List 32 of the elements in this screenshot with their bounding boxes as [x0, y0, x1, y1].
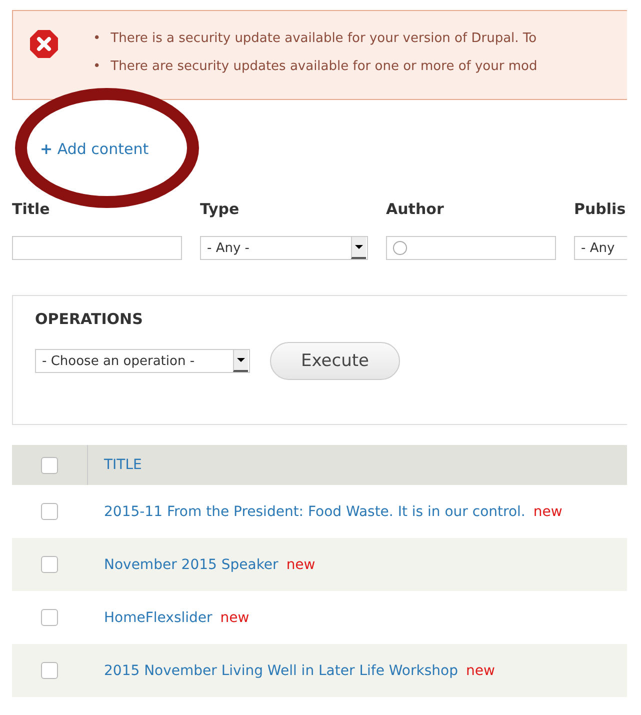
input-field[interactable] [386, 236, 556, 260]
filter-label: Type [200, 200, 240, 218]
content-link[interactable]: 2015 November Living Well in Later Life Workshop [88, 662, 458, 678]
bullet-mark: • [93, 58, 101, 76]
execute-button[interactable]: Execute [270, 342, 400, 380]
select-field[interactable]: - Any [574, 236, 627, 260]
bullet-mark: • [93, 30, 101, 48]
content-link[interactable]: November 2015 Speaker [88, 556, 278, 572]
checkbox[interactable] [41, 556, 58, 573]
input-field[interactable] [12, 236, 182, 260]
add-content-link[interactable]: + Add content [40, 140, 149, 158]
new-marker: new [286, 556, 316, 572]
content-link[interactable]: 2015-11 From the President: Food Waste. It is in our control. [88, 504, 526, 520]
content-link[interactable]: HomeFlexslider [88, 610, 212, 626]
filter-label: Title [12, 200, 51, 218]
checkbox[interactable] [41, 503, 58, 520]
filter-label: Publis [574, 200, 627, 218]
error-icon [29, 29, 59, 59]
alert-message: There is a security update available for your version of Drupal. To [110, 30, 537, 48]
checkbox[interactable] [41, 609, 58, 626]
select-field[interactable]: - Choose an operation - [35, 349, 250, 373]
alert-message: There are security updates available for one or more of your mod [110, 58, 538, 76]
new-marker: new [220, 610, 250, 626]
column-header[interactable]: TITLE [88, 457, 142, 473]
new-marker: new [533, 504, 562, 520]
select-field[interactable]: - Any - [200, 236, 368, 260]
panel-title: OPERATIONS [35, 310, 144, 328]
checkbox[interactable] [41, 456, 58, 474]
throbber-icon [393, 241, 407, 255]
new-marker: new [466, 662, 495, 678]
filter-label: Author [386, 200, 445, 218]
checkbox[interactable] [41, 662, 58, 679]
